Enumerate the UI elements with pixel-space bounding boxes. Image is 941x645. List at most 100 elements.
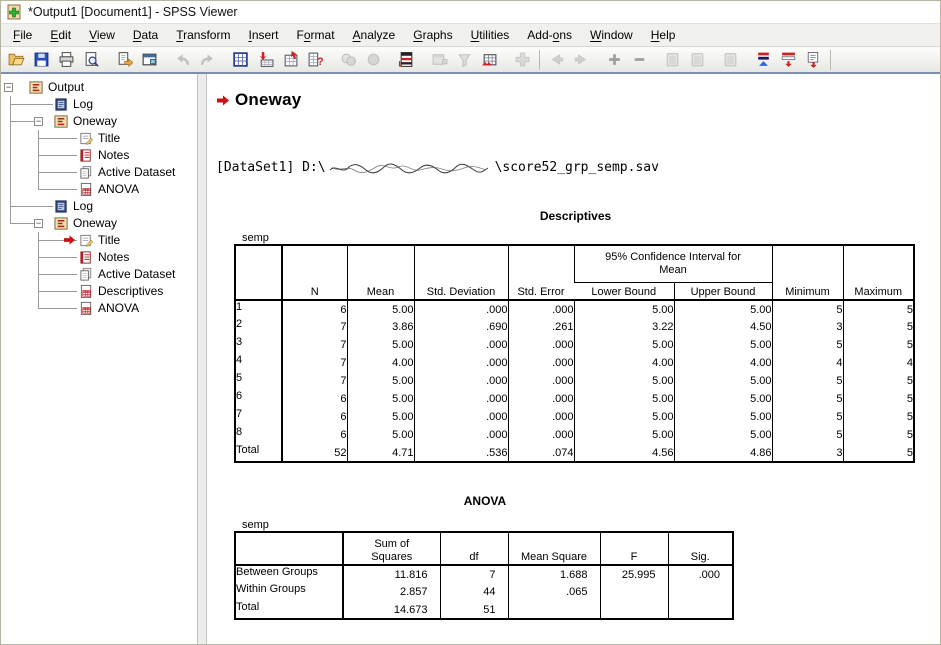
cell: 6 (282, 300, 347, 318)
menu-transform[interactable]: Transform (167, 25, 239, 45)
export-output-icon[interactable] (113, 48, 136, 71)
tree-item-oneway[interactable]: −Oneway (1, 215, 197, 232)
designate-window-icon[interactable] (453, 48, 476, 71)
cell: 5.00 (347, 390, 414, 408)
cell: .000 (414, 426, 508, 444)
undo-icon[interactable] (171, 48, 194, 71)
tree-item-log[interactable]: Log (1, 96, 197, 113)
tree-item-active-dataset[interactable]: Active Dataset (1, 266, 197, 283)
goto-data-icon[interactable] (229, 48, 252, 71)
row-label: Total (235, 601, 343, 619)
column-header: N (282, 245, 347, 300)
menu-help[interactable]: Help (642, 25, 685, 45)
redo-icon[interactable] (196, 48, 219, 71)
menu-graphs[interactable]: Graphs (404, 25, 461, 45)
anova-row: Within Groups2.85744.065 (235, 583, 733, 601)
hide-output-icon[interactable] (686, 48, 709, 71)
find-next-icon[interactable] (362, 48, 385, 71)
toolbar: ? (1, 46, 940, 74)
menu-analyze[interactable]: Analyze (344, 25, 405, 45)
cell: 7 (282, 372, 347, 390)
column-header: F (600, 532, 668, 565)
print-icon[interactable] (55, 48, 78, 71)
goto-case-icon[interactable] (254, 48, 277, 71)
tree-expander[interactable]: − (4, 83, 13, 92)
descriptives-title: Descriptives (234, 209, 917, 223)
use-sets-icon[interactable] (395, 48, 418, 71)
menu-window[interactable]: Window (581, 25, 642, 45)
save-file-icon[interactable] (30, 48, 53, 71)
column-header: Mean (347, 245, 414, 300)
cell: 5.00 (347, 372, 414, 390)
insert-chart-icon[interactable] (511, 48, 534, 71)
tree-item-anova[interactable]: ANOVA (1, 300, 197, 317)
tree-expander[interactable]: − (34, 219, 43, 228)
tree-expander[interactable]: − (34, 117, 43, 126)
select-last-output-icon[interactable] (428, 48, 451, 71)
cell: .000 (414, 408, 508, 426)
tree-item-output[interactable]: −Output (1, 79, 197, 96)
tree-item-oneway[interactable]: − Oneway (1, 113, 197, 130)
tree-item-title[interactable]: Title (1, 232, 197, 249)
tree-item-active-dataset[interactable]: Active Dataset (1, 164, 197, 181)
promote-outline-icon[interactable] (545, 48, 568, 71)
cell: 4 (772, 354, 843, 372)
insert-text-icon[interactable] (802, 48, 825, 71)
outline-tree: −OutputLog−OnewayTitleNotesActive Datase… (1, 74, 197, 645)
insert-heading-icon[interactable] (777, 48, 800, 71)
menu-format[interactable]: Format (288, 25, 344, 45)
menu-addons[interactable]: Add-ons (518, 25, 581, 45)
column-header: Sum of Squares (343, 532, 440, 565)
toolbar-separator (830, 50, 831, 70)
variables-icon[interactable]: ? (304, 48, 327, 71)
insert-pivot-icon[interactable] (478, 48, 501, 71)
tree-item-notes[interactable]: Notes (1, 147, 197, 164)
tree-item-title[interactable]: Title (1, 130, 197, 147)
cell: 4.56 (574, 444, 674, 462)
menu-data[interactable]: Data (124, 25, 167, 45)
expand-outline-icon[interactable] (603, 48, 626, 71)
menu-utilities[interactable]: Utilities (462, 25, 519, 45)
tree-item-descriptives[interactable]: Descriptives (1, 283, 197, 300)
column-header: df (440, 532, 508, 565)
cell: 4.50 (674, 318, 772, 336)
menu-view[interactable]: View (80, 25, 124, 45)
menu-file[interactable]: File (4, 25, 41, 45)
descriptives-table[interactable]: NMeanStd. DeviationStd. Error95% Confide… (234, 244, 915, 463)
cell: 51 (440, 601, 508, 619)
show-all-icon[interactable] (719, 48, 742, 71)
find-icon[interactable] (337, 48, 360, 71)
cell: .000 (508, 354, 574, 372)
cell: 5.00 (574, 300, 674, 318)
collapse-outline-icon[interactable] (628, 48, 651, 71)
title-icon (79, 233, 94, 248)
tree-item-notes[interactable]: Notes (1, 249, 197, 266)
tree-item-log[interactable]: Log (1, 198, 197, 215)
demote-outline-icon[interactable] (570, 48, 593, 71)
tree-item-anova[interactable]: ANOVA (1, 181, 197, 198)
goto-variable-icon[interactable] (279, 48, 302, 71)
dialog-recall-icon[interactable] (138, 48, 161, 71)
current-item-arrow-icon (63, 234, 76, 246)
dataset-icon (79, 165, 94, 180)
anova-table-wrap: Sum of SquaresdfMean SquareFSig.Between … (234, 531, 940, 620)
cell: 1.688 (508, 565, 600, 583)
collapse-all-icon[interactable] (752, 48, 775, 71)
anova-table[interactable]: Sum of SquaresdfMean SquareFSig.Between … (234, 531, 734, 620)
cell: 4.00 (347, 354, 414, 372)
menu-insert[interactable]: Insert (239, 25, 287, 45)
menu-edit[interactable]: Edit (41, 25, 80, 45)
cell: 4 (843, 354, 914, 372)
show-output-icon[interactable] (661, 48, 684, 71)
cell: .000 (414, 336, 508, 354)
row-label: Total (235, 444, 282, 462)
descriptives-row: 865.00.000.0005.005.0055 (235, 426, 914, 444)
cell: 5.00 (674, 372, 772, 390)
print-preview-icon[interactable] (80, 48, 103, 71)
tree-item-label: Oneway (73, 114, 117, 128)
pane-splitter[interactable] (197, 74, 207, 645)
open-file-icon[interactable] (5, 48, 28, 71)
log-icon (54, 97, 69, 112)
cell: 5.00 (347, 300, 414, 318)
descriptives-row: Total524.71.536.0744.564.8635 (235, 444, 914, 462)
